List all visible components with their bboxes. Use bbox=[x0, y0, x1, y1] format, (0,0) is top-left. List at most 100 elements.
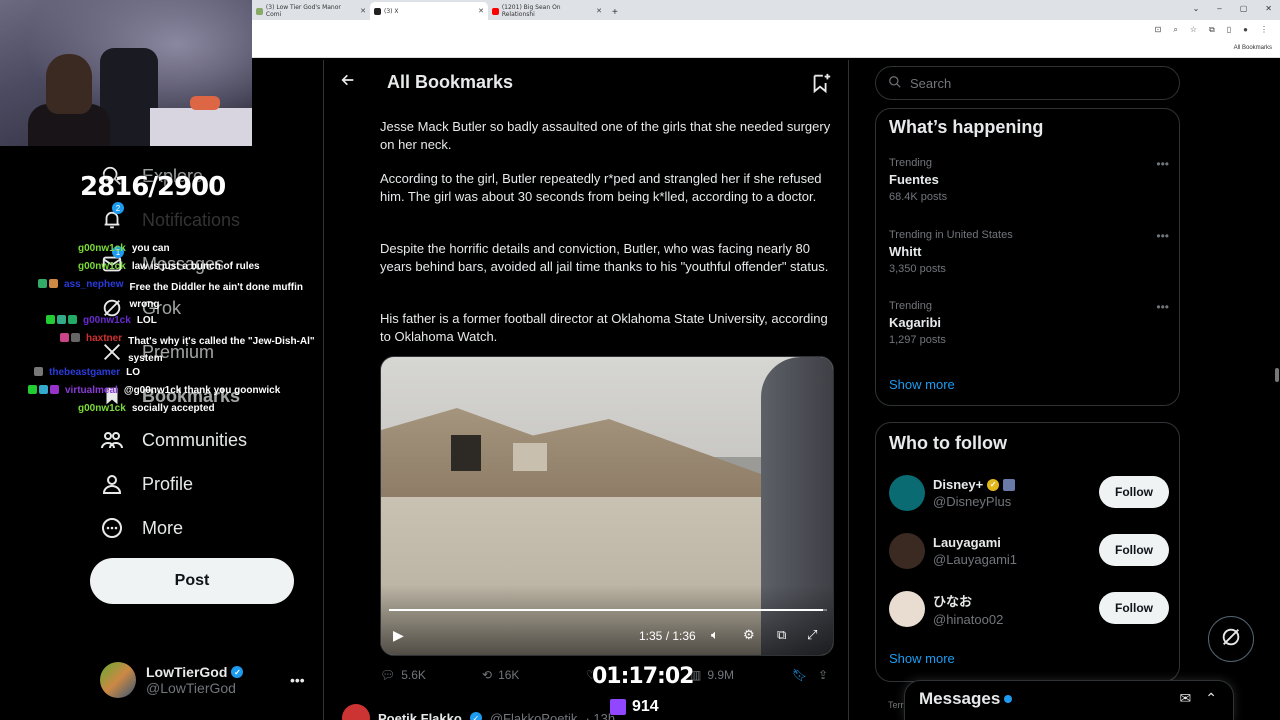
chat-badge-icon bbox=[57, 315, 66, 324]
new-tab-button[interactable]: + bbox=[606, 7, 624, 20]
play-icon[interactable]: ▶ bbox=[393, 627, 404, 644]
nav-item-more[interactable]: More bbox=[100, 516, 183, 540]
search-input[interactable]: Search bbox=[875, 66, 1180, 100]
account-more-icon[interactable]: ••• bbox=[290, 672, 305, 688]
trend-more-icon[interactable]: ••• bbox=[1156, 157, 1169, 171]
bookmark-folder-add-icon[interactable] bbox=[810, 72, 832, 99]
nav-item-notifications[interactable]: 2 Notifications bbox=[100, 202, 240, 232]
search-icon bbox=[888, 75, 902, 92]
follow-suggestion[interactable]: Lauyagami @Lauyagami1 Follow bbox=[889, 531, 1169, 571]
left-navigation: Explore 2 Notifications 1 Messages Grok … bbox=[0, 146, 323, 720]
communities-icon bbox=[100, 428, 124, 452]
scrollbar[interactable] bbox=[1274, 60, 1280, 720]
post-button[interactable]: Post bbox=[90, 558, 294, 604]
terms-link[interactable]: Terr bbox=[888, 700, 904, 710]
tab-favicon-icon bbox=[492, 7, 499, 15]
tweet-paragraph: Despite the horrific details and convict… bbox=[380, 241, 829, 274]
tweet-paragraph: His father is a former football director… bbox=[380, 311, 828, 344]
follow-button[interactable]: Follow bbox=[1099, 476, 1169, 508]
next-tweet-header[interactable]: Poetik Flakko ✓ @FlakkoPoetik · 13h bbox=[342, 704, 842, 720]
menu-icon[interactable]: ⋮ bbox=[1260, 25, 1268, 35]
avatar bbox=[100, 662, 136, 698]
avatar bbox=[889, 591, 925, 627]
follow-suggestion[interactable]: ひなお @hinatoo02 Follow bbox=[889, 589, 1169, 629]
show-more-link[interactable]: Show more bbox=[889, 377, 955, 392]
minimize-icon[interactable]: – bbox=[1217, 4, 1221, 13]
account-switcher[interactable]: LowTierGod ✓ @LowTierGod bbox=[100, 662, 244, 698]
trend-more-icon[interactable]: ••• bbox=[1156, 300, 1169, 314]
notification-badge: 2 bbox=[112, 202, 124, 214]
browser-tab-bar: (3) Low Tier God's Manor Comi ✕ (3) X ✕ (1… bbox=[252, 0, 1280, 20]
chat-badge-icon bbox=[71, 333, 80, 342]
chat-message: thebeastgamer LO bbox=[34, 367, 140, 378]
avatar bbox=[889, 533, 925, 569]
main-timeline: All Bookmarks Jesse Mack Butler so badly… bbox=[323, 60, 849, 720]
repost-button[interactable]: ⟲ 16K bbox=[482, 668, 519, 682]
tab-favicon-icon bbox=[256, 7, 263, 15]
views-button[interactable]: ▥ 9.9M bbox=[690, 668, 734, 682]
browser-tab-active[interactable]: (3) X ✕ bbox=[370, 2, 488, 20]
tweet-paragraph: According to the girl, Butler repeatedly… bbox=[380, 171, 822, 204]
affiliate-badge-icon bbox=[1003, 478, 1016, 491]
trend-more-icon[interactable]: ••• bbox=[1156, 229, 1169, 243]
zoom-icon[interactable]: ⌕ bbox=[1173, 25, 1177, 35]
profile-avatar-icon[interactable]: ● bbox=[1243, 25, 1248, 35]
messages-drawer[interactable]: Messages ✉︎ ⌃ bbox=[904, 680, 1234, 720]
trend-item[interactable]: Trending in United States Whitt 3,350 po… bbox=[889, 229, 1169, 275]
who-to-follow-panel: Who to follow Disney+ ✓ @DisneyPlus Follo… bbox=[875, 422, 1180, 682]
streamer bbox=[46, 54, 92, 114]
bookmark-button[interactable]: 🔖︎ bbox=[792, 668, 807, 682]
reply-button[interactable]: 💬︎ 5.6K bbox=[380, 668, 426, 682]
bookmark-filled-icon: 🔖︎ bbox=[792, 668, 808, 682]
fullscreen-icon[interactable]: ⤢ bbox=[807, 627, 817, 643]
share-button[interactable]: ⇪ bbox=[818, 668, 828, 682]
address-bar[interactable]: ⊡ ⌕ ☆ ⧉ ▯ ● ⋮ bbox=[252, 20, 1280, 42]
window-dropdown-icon[interactable]: ⌄ bbox=[1193, 4, 1200, 13]
close-tab-icon[interactable]: ✕ bbox=[478, 7, 484, 15]
page-title: All Bookmarks bbox=[387, 72, 514, 92]
video-progress-bar[interactable] bbox=[389, 609, 827, 611]
sidebar-icon[interactable]: ▯ bbox=[1227, 25, 1231, 35]
whats-happening-panel: What’s happening Trending Fuentes 68.4K … bbox=[875, 108, 1180, 406]
video-player[interactable]: ▶ 1:35 / 1:36 🔈︎ ⚙︎ ⧉ ⤢ bbox=[380, 356, 834, 656]
follow-button[interactable]: Follow bbox=[1099, 534, 1169, 566]
page-header: All Bookmarks bbox=[324, 60, 848, 106]
scroll-thumb[interactable] bbox=[1275, 368, 1279, 382]
nav-item-profile[interactable]: Profile bbox=[100, 472, 193, 496]
chat-badge-icon bbox=[50, 385, 59, 394]
nav-item-communities[interactable]: Communities bbox=[100, 428, 247, 452]
chat-badge-icon bbox=[60, 333, 69, 342]
new-message-icon[interactable]: ✉︎ bbox=[1180, 690, 1192, 707]
close-window-icon[interactable]: ✕ bbox=[1265, 4, 1272, 13]
avatar bbox=[889, 475, 925, 511]
webcam-overlay bbox=[0, 0, 252, 146]
star-icon[interactable]: ☆ bbox=[1190, 25, 1197, 35]
verified-gold-icon: ✓ bbox=[987, 478, 1000, 491]
extensions-icon[interactable]: ⧉ bbox=[1209, 25, 1215, 35]
follow-button[interactable]: Follow bbox=[1099, 592, 1169, 624]
follow-suggestion[interactable]: Disney+ ✓ @DisneyPlus Follow bbox=[889, 473, 1169, 513]
grok-button[interactable] bbox=[1208, 616, 1254, 662]
back-arrow-icon[interactable] bbox=[340, 72, 356, 93]
expand-icon[interactable]: ⌃ bbox=[1205, 690, 1217, 707]
close-tab-icon[interactable]: ✕ bbox=[360, 7, 366, 15]
bookmarks-bar: All Bookmarks bbox=[252, 42, 1280, 58]
trend-item[interactable]: Trending Kagaribi 1,297 posts ••• bbox=[889, 300, 1169, 346]
install-icon[interactable]: ⊡ bbox=[1155, 25, 1162, 35]
share-icon: ⇪ bbox=[818, 668, 829, 682]
settings-icon[interactable]: ⚙︎ bbox=[743, 627, 755, 643]
browser-tab[interactable]: (3) Low Tier God's Manor Comi ✕ bbox=[252, 2, 370, 20]
goal-counter: 2816/2900 bbox=[80, 172, 226, 202]
twitch-icon bbox=[610, 699, 626, 715]
right-sidebar: Search What’s happening Trending Fuentes… bbox=[860, 60, 1280, 720]
pip-icon[interactable]: ⧉ bbox=[777, 627, 786, 643]
trend-item[interactable]: Trending Fuentes 68.4K posts ••• bbox=[889, 157, 1169, 203]
browser-tab[interactable]: (1201) Big Sean On Relationshi ✕ bbox=[488, 2, 606, 20]
avatar bbox=[342, 704, 370, 720]
show-more-link[interactable]: Show more bbox=[889, 651, 955, 666]
volume-icon[interactable]: 🔈︎ bbox=[711, 627, 719, 643]
close-tab-icon[interactable]: ✕ bbox=[596, 7, 602, 15]
maximize-icon[interactable]: ▢ bbox=[1240, 4, 1248, 13]
more-icon bbox=[100, 516, 124, 540]
all-bookmarks-link[interactable]: All Bookmarks bbox=[1234, 45, 1272, 51]
